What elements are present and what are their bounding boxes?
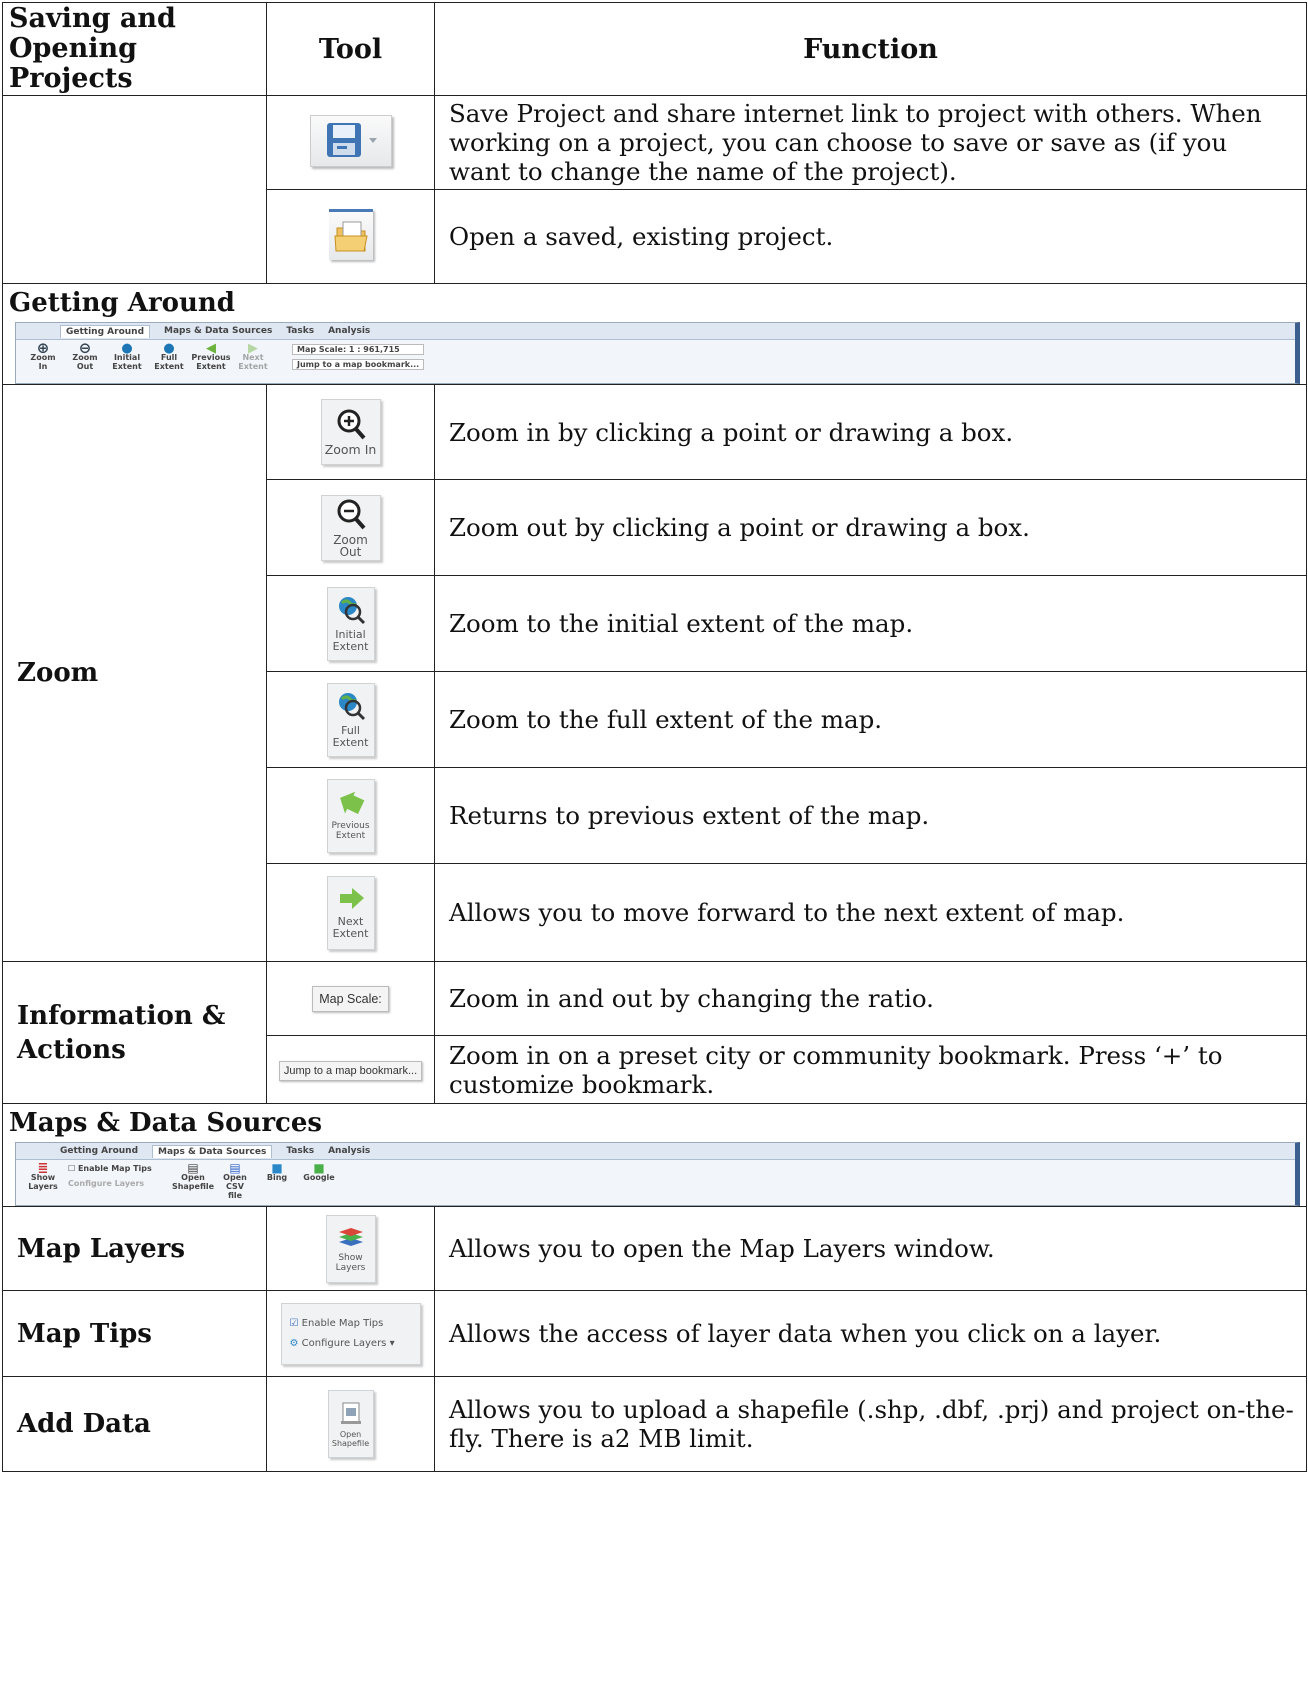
tab-maps-data[interactable]: Maps & Data Sources	[152, 1144, 273, 1158]
ribbon-open-shapefile-button[interactable]: ▤ Open Shapefile	[172, 1161, 214, 1191]
ribbon-zoom-in-button[interactable]: ⊕ Zoom In	[26, 339, 60, 372]
initial-extent-button[interactable]: Initial Extent	[326, 586, 375, 661]
description: Returns to previous extent of the map.	[434, 767, 1307, 864]
tools-table: Saving and Opening Projects Tool Functio…	[2, 2, 1307, 1472]
enable-map-tips-checkbox[interactable]: ☑ Enable Map Tips	[290, 1318, 384, 1330]
bookmark-select[interactable]: Jump to a map bookmark...	[278, 1060, 423, 1081]
file-icon: ▤	[229, 1161, 241, 1175]
description: Open a saved, existing project.	[434, 189, 1307, 284]
header-tool: Tool	[266, 2, 435, 96]
table-row: Save Project and share internet link to …	[2, 95, 1307, 284]
ribbon-map-scale[interactable]: Map Scale: 1 : 961,715	[292, 344, 425, 355]
configure-layers-button[interactable]: ⚙ Configure Layers ▾	[290, 1338, 395, 1350]
description: Zoom to the full extent of the map.	[434, 671, 1307, 768]
description: Zoom out by clicking a point or drawing …	[434, 479, 1307, 576]
layers-icon	[338, 1228, 363, 1246]
zoom-in-button[interactable]: Zoom In	[320, 399, 381, 465]
header-row: Saving and Opening Projects Tool Functio…	[2, 2, 1307, 96]
description: Allows the access of layer data when you…	[434, 1290, 1307, 1377]
ribbon-enable-map-tips[interactable]: ☐ Enable Map Tips	[68, 1164, 168, 1173]
ribbon-zoom-out-button[interactable]: ⊖ Zoom Out	[68, 339, 102, 372]
arrow-left-icon: ◀	[206, 341, 216, 356]
full-extent-icon	[338, 692, 365, 720]
description: Zoom in and out by changing the ratio.	[434, 961, 1307, 1036]
ribbon-open-csv-button[interactable]: ▤ Open CSV file	[218, 1161, 252, 1200]
category-map-layers: Map Layers	[2, 1206, 267, 1291]
tab-analysis[interactable]: Analysis	[328, 326, 370, 336]
tool-cell	[266, 95, 435, 190]
open-shapefile-button[interactable]: Open Shapefile	[327, 1390, 374, 1458]
ribbon-bookmark-select[interactable]: Jump to a map bookmark...	[292, 359, 425, 370]
zoom-out-icon: ⊖	[78, 339, 92, 357]
zoom-out-button[interactable]: Zoom Out	[320, 494, 381, 561]
ribbon-full-extent-button[interactable]: ● Full Extent	[152, 341, 186, 371]
layers-icon: ≣	[37, 1161, 49, 1176]
description: Allows you to upload a shapefile (.shp, …	[434, 1376, 1307, 1472]
zoom-out-icon	[337, 499, 365, 529]
map-scale-label[interactable]: Map Scale:	[312, 985, 389, 1012]
ribbon-bing-button[interactable]: ■ Bing	[260, 1161, 294, 1182]
empty-category-cell	[2, 95, 267, 284]
checkbox-icon: ☑	[289, 1317, 299, 1329]
tool-cell	[266, 189, 435, 284]
next-extent-icon	[339, 887, 364, 909]
table-row: Map Tips ☑ Enable Map Tips ⚙ Configure L…	[2, 1290, 1307, 1377]
next-extent-button[interactable]: Next Extent	[326, 875, 375, 950]
description: Save Project and share internet link to …	[434, 95, 1307, 190]
ribbon-previous-extent-button[interactable]: ◀ Previous Extent	[191, 341, 230, 371]
maps-data-ribbon: Getting Around Maps & Data Sources Tasks…	[15, 1142, 1300, 1206]
map-icon: ■	[271, 1161, 283, 1175]
full-extent-button[interactable]: Full Extent	[326, 682, 375, 757]
category-add-data: Add Data	[2, 1376, 267, 1472]
table-row: Information & Actions Map Scale: Zoom in…	[2, 961, 1307, 1104]
ribbon-show-layers-button[interactable]: ≣ Show Layers	[26, 1161, 60, 1191]
description: Allows you to open the Map Layers window…	[434, 1206, 1307, 1291]
tab-tasks[interactable]: Tasks	[286, 326, 314, 336]
description: Zoom in on a preset city or community bo…	[434, 1035, 1307, 1104]
initial-extent-icon	[338, 596, 365, 624]
table-row: Zoom Zoom In Zoom in by clicking a point…	[2, 384, 1307, 962]
tab-getting-around[interactable]: Getting Around	[60, 1146, 138, 1156]
section-row-maps-data-sources: Maps & Data Sources Getting Around Maps …	[2, 1103, 1307, 1207]
map-icon: ■	[313, 1161, 325, 1175]
tab-maps-data[interactable]: Maps & Data Sources	[164, 326, 272, 336]
category-information-actions: Information & Actions	[2, 961, 267, 1104]
gear-icon: ⚙	[289, 1337, 299, 1349]
shapefile-icon	[340, 1402, 361, 1424]
file-icon: ▤	[187, 1161, 199, 1175]
section-title: Maps & Data Sources	[9, 1108, 323, 1138]
globe-icon: ●	[163, 341, 175, 356]
globe-icon: ●	[121, 341, 133, 356]
save-disk-icon[interactable]	[309, 115, 392, 167]
arrow-right-icon: ▶	[248, 341, 258, 356]
header-section: Saving and Opening Projects	[2, 2, 267, 96]
zoom-in-icon: ⊕	[36, 339, 50, 357]
ribbon-configure-layers[interactable]: Configure Layers	[68, 1179, 168, 1188]
getting-around-ribbon: Getting Around Maps & Data Sources Tasks…	[15, 322, 1300, 384]
map-tips-panel: ☑ Enable Map Tips ⚙ Configure Layers ▾	[280, 1302, 421, 1365]
description: Zoom to the initial extent of the map.	[434, 575, 1307, 672]
table-row: Map Layers Show Layers Allows you to ope…	[2, 1206, 1307, 1291]
category-map-tips: Map Tips	[2, 1290, 267, 1377]
table-row: Add Data Open Shapefile Allows you to up…	[2, 1376, 1307, 1472]
section-title: Getting Around	[9, 288, 235, 318]
tab-tasks[interactable]: Tasks	[286, 1146, 314, 1156]
ribbon-google-button[interactable]: ■ Google	[302, 1161, 336, 1182]
tab-analysis[interactable]: Analysis	[328, 1146, 370, 1156]
show-layers-button[interactable]: Show Layers	[325, 1214, 376, 1283]
description: Zoom in by clicking a point or drawing a…	[434, 384, 1307, 480]
tab-getting-around[interactable]: Getting Around	[60, 324, 151, 338]
section-row-getting-around: Getting Around Getting Around Maps & Dat…	[2, 283, 1307, 385]
category-zoom: Zoom	[2, 384, 267, 962]
zoom-in-icon	[337, 409, 365, 440]
ribbon-initial-extent-button[interactable]: ● Initial Extent	[110, 341, 144, 371]
previous-extent-button[interactable]: Previous Extent	[326, 778, 375, 853]
header-function: Function	[434, 2, 1307, 96]
description: Allows you to move forward to the next e…	[434, 863, 1307, 962]
previous-extent-icon	[339, 791, 364, 814]
ribbon-next-extent-button[interactable]: ▶ Next Extent	[236, 341, 270, 371]
open-folder-icon[interactable]	[328, 209, 373, 260]
